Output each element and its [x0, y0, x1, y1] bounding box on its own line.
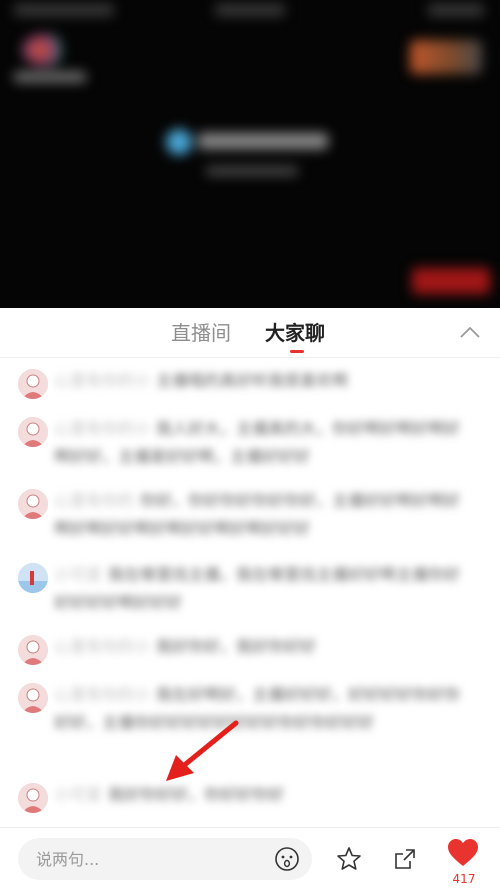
heart-icon[interactable] [447, 838, 479, 868]
chat-nickname: 小可爱 [54, 565, 103, 584]
avatar[interactable] [18, 369, 48, 399]
avatar[interactable] [18, 683, 48, 713]
like-count: 417 [452, 872, 476, 886]
share-icon[interactable] [394, 848, 416, 870]
avatar[interactable] [18, 417, 48, 447]
chat-nickname: 心里有你的 [54, 491, 135, 510]
avatar[interactable] [18, 563, 48, 593]
active-tab-indicator [290, 350, 304, 353]
chat-message: 小可爱 我好你好好，你好好你好 [54, 781, 472, 809]
chat-message: 心里有你的小 我人好大，主播真的大，你好啊好啊好啊好啊好好，主播是好好啊，主播好好… [54, 415, 472, 471]
chat-list[interactable]: 心里有你的小 主播唱的真好听我很喜欢啊 心里有你的小 我人好大，主播真的大，你好啊好… [0, 359, 500, 827]
chat-message: 小可爱 我在哪里找主播，我在哪里找主播好好啊主播你好好好好好啊好好好 [54, 561, 472, 617]
video-watermark [162, 125, 332, 185]
tab-chat[interactable]: 大家聊 [265, 320, 325, 346]
avatar[interactable] [18, 635, 48, 665]
chat-body: 我好你好好，你好好你好 [108, 785, 285, 804]
broadcaster-logo [410, 40, 482, 74]
tab-live-room[interactable]: 直播间 [171, 320, 231, 346]
chat-message: 心里有你的 你好，你好你好你好你好，主播好好啊好啊好啊好啊好好啊好啊好好啊好啊好好… [54, 487, 472, 543]
chat-body: 主播唱的真好听我很喜欢啊 [156, 371, 349, 390]
channel-logo [14, 34, 86, 86]
chat-nickname: 心里有你的小 [54, 685, 151, 704]
chat-nickname: 心里有你的小 [54, 419, 151, 438]
chat-nickname: 小可爱 [54, 785, 103, 804]
video-corner-button[interactable] [412, 268, 490, 294]
chat-nickname: 心里有你的小 [54, 637, 151, 656]
bottom-bar: 417 [0, 827, 500, 889]
video-player[interactable] [0, 0, 500, 308]
chat-body: 我在哪里找主播，我在哪里找主播好好啊主播你好好好好好啊好好好 [54, 565, 461, 612]
tab-bar: 直播间 大家聊 [0, 308, 500, 358]
comment-input[interactable] [36, 847, 256, 871]
comment-box[interactable] [18, 838, 312, 880]
chat-message: 心里有你的小 我好你好，我好你好好 [54, 633, 472, 661]
chat-message: 心里有你的小 我在好啊好，主播好好好，好好好好你好你好好，主播你好好好好好好好好你… [54, 681, 472, 737]
avatar[interactable] [18, 489, 48, 519]
emoji-face-icon[interactable] [274, 846, 300, 872]
avatar[interactable] [18, 783, 48, 813]
star-icon[interactable] [336, 846, 362, 872]
status-bar [0, 0, 500, 26]
chat-nickname: 心里有你的小 [54, 371, 151, 390]
chat-body: 我好你好，我好你好好 [156, 637, 317, 656]
chevron-up-icon[interactable] [458, 322, 482, 342]
chat-message: 心里有你的小 主播唱的真好听我很喜欢啊 [54, 367, 472, 395]
